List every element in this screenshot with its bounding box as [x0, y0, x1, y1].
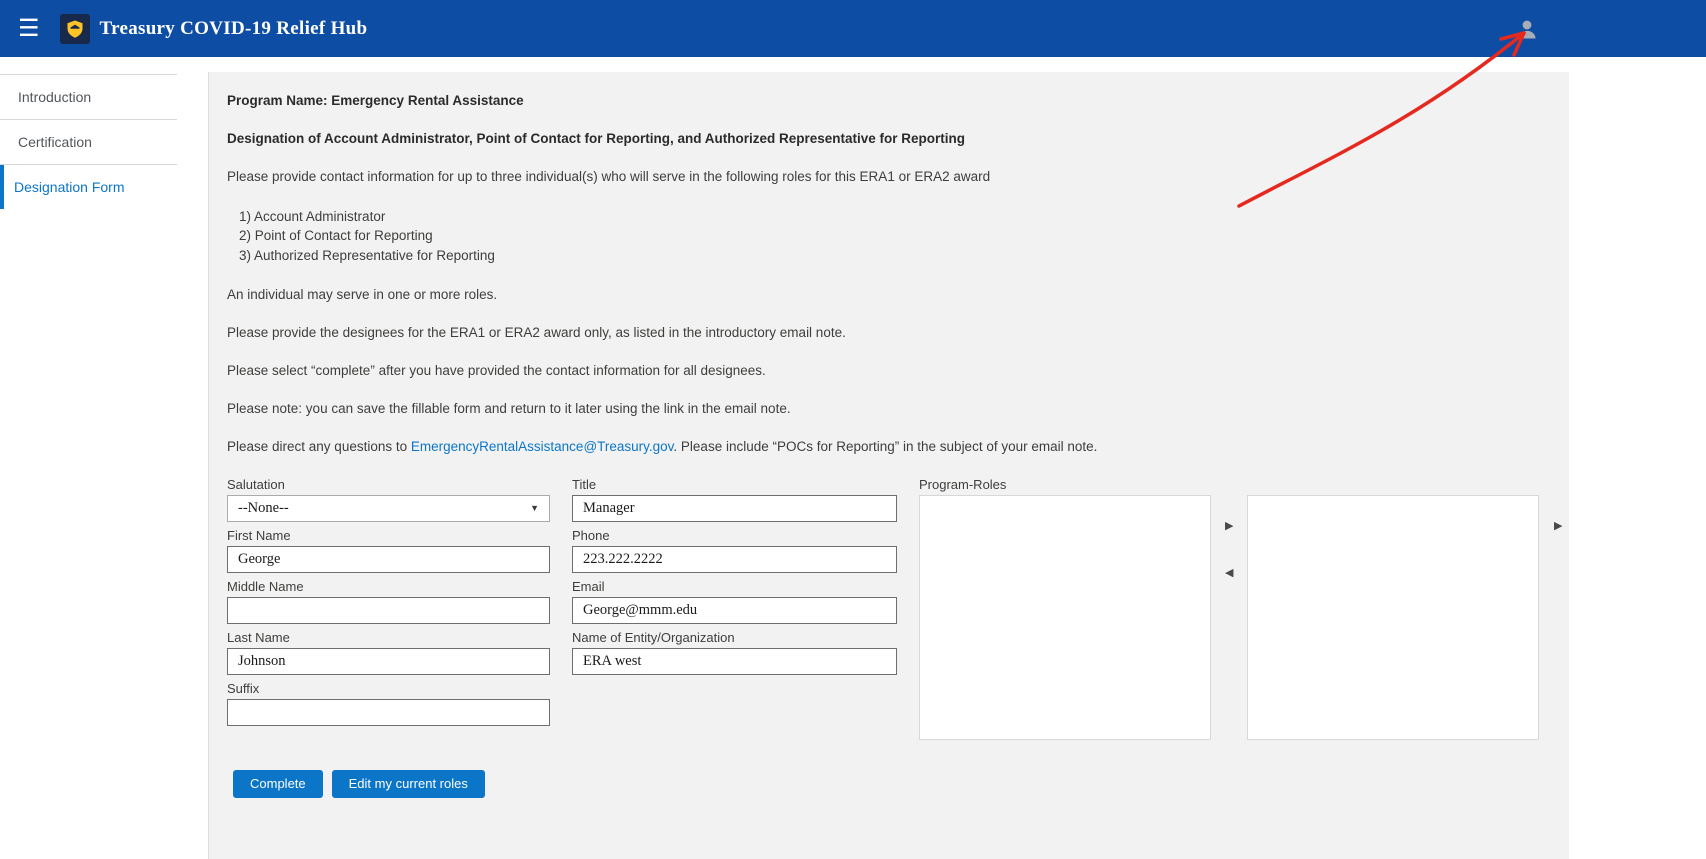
- dropdown-caret-icon: ▼: [530, 503, 539, 513]
- sidebar-item-label: Certification: [18, 134, 92, 150]
- sidebar-item-certification[interactable]: Certification: [0, 120, 207, 164]
- program-name-text: Program Name: Emergency Rental Assistanc…: [227, 93, 1569, 109]
- duallist-arrows: ▶ ◀: [1211, 495, 1247, 579]
- form-column-left: Salutation --None-- ▼ First Name Middle …: [227, 477, 550, 746]
- save-form-text: Please note: you can save the fillable f…: [227, 401, 1569, 417]
- menu-icon[interactable]: ☰: [18, 17, 40, 41]
- questions-suffix: . Please include “POCs for Reporting” in…: [673, 439, 1097, 454]
- last-name-label: Last Name: [227, 630, 550, 645]
- role-list-item: 1) Account Administrator: [239, 207, 1569, 227]
- last-name-input[interactable]: [227, 648, 550, 675]
- entity-label: Name of Entity/Organization: [572, 630, 897, 645]
- program-roles-label: Program-Roles: [919, 477, 1569, 492]
- first-name-input[interactable]: [227, 546, 550, 573]
- program-roles-duallist: ▶ ◀ ▶: [919, 495, 1569, 740]
- sidebar-item-designation-form[interactable]: Designation Form: [0, 165, 207, 209]
- sidebar-item-label: Introduction: [18, 89, 91, 105]
- move-left-icon[interactable]: ◀: [1225, 568, 1233, 579]
- questions-prefix: Please direct any questions to: [227, 439, 411, 454]
- treasury-logo-icon: [60, 14, 90, 44]
- app-title: Treasury COVID-19 Relief Hub: [100, 18, 368, 40]
- middle-name-label: Middle Name: [227, 579, 550, 594]
- program-roles-selected-listbox[interactable]: [1247, 495, 1539, 740]
- form-column-middle: Title Phone Email Name of Entity/Organiz…: [572, 477, 897, 746]
- questions-text: Please direct any questions to Emergency…: [227, 439, 1569, 455]
- designation-heading: Designation of Account Administrator, Po…: [227, 131, 1569, 147]
- edit-roles-button[interactable]: Edit my current roles: [332, 770, 485, 798]
- phone-input[interactable]: [572, 546, 897, 573]
- duallist-arrows-secondary: ▶: [1539, 495, 1569, 532]
- salutation-selected-value: --None--: [238, 500, 289, 517]
- suffix-label: Suffix: [227, 681, 550, 696]
- move-right-icon-secondary[interactable]: ▶: [1554, 521, 1562, 532]
- form-column-right: Program-Roles ▶ ◀ ▶: [919, 477, 1569, 746]
- title-input[interactable]: [572, 495, 897, 522]
- suffix-input[interactable]: [227, 699, 550, 726]
- sidebar-nav: Introduction Certification Designation F…: [0, 57, 207, 859]
- sidebar-item-introduction[interactable]: Introduction: [0, 75, 207, 119]
- move-right-icon[interactable]: ▶: [1225, 521, 1233, 532]
- designation-form-panel: Program Name: Emergency Rental Assistanc…: [208, 72, 1569, 859]
- user-profile-icon[interactable]: [1516, 18, 1538, 40]
- program-roles-available-listbox[interactable]: [919, 495, 1211, 740]
- entity-input[interactable]: [572, 648, 897, 675]
- email-label: Email: [572, 579, 897, 594]
- app-header: ☰ Treasury COVID-19 Relief Hub: [0, 0, 1706, 57]
- sidebar-item-label: Designation Form: [14, 179, 125, 195]
- phone-label: Phone: [572, 528, 897, 543]
- complete-button[interactable]: Complete: [233, 770, 323, 798]
- one-or-more-roles-text: An individual may serve in one or more r…: [227, 287, 1569, 303]
- salutation-label: Salutation: [227, 477, 550, 492]
- select-complete-text: Please select “complete” after you have …: [227, 363, 1569, 379]
- role-list-item: 2) Point of Contact for Reporting: [239, 226, 1569, 246]
- intro-text: Please provide contact information for u…: [227, 169, 1569, 185]
- contact-form: Salutation --None-- ▼ First Name Middle …: [227, 477, 1569, 746]
- form-actions: Complete Edit my current roles: [233, 770, 1569, 798]
- salutation-select[interactable]: --None-- ▼: [227, 495, 550, 522]
- role-list: 1) Account Administrator 2) Point of Con…: [227, 207, 1569, 266]
- first-name-label: First Name: [227, 528, 550, 543]
- title-label: Title: [572, 477, 897, 492]
- role-list-item: 3) Authorized Representative for Reporti…: [239, 246, 1569, 266]
- email-link[interactable]: EmergencyRentalAssistance@Treasury.gov: [411, 439, 674, 454]
- middle-name-input[interactable]: [227, 597, 550, 624]
- designees-text: Please provide the designees for the ERA…: [227, 325, 1569, 341]
- email-input[interactable]: [572, 597, 897, 624]
